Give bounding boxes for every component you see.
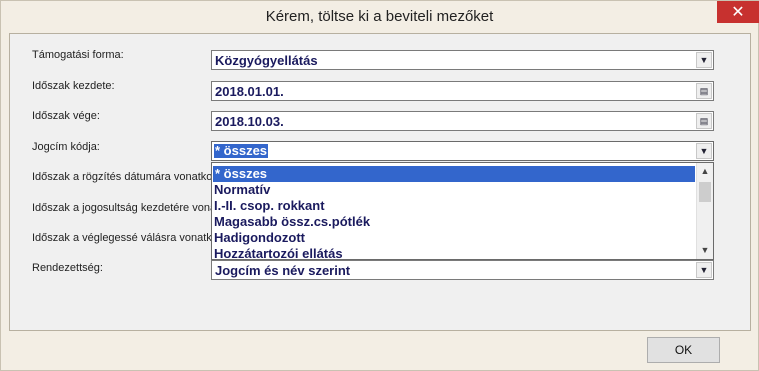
chevron-down-icon[interactable]: ▼ (696, 52, 712, 68)
rendezettseg-value: Jogcím és név szerint (215, 263, 351, 278)
list-item[interactable]: Hadigondozott (214, 230, 305, 246)
window-title: Kérem, töltse ki a beviteli mezőket (265, 8, 494, 25)
tamogatasi-forma-select[interactable]: Közgyógyellátás ▼ (211, 50, 714, 70)
label-rendezettseg: Rendezettség: (32, 262, 103, 274)
close-icon: ✕ (731, 2, 745, 21)
idoszak-kezdete-field[interactable]: 2018.01.01. ▤ (211, 81, 714, 101)
close-button[interactable]: ✕ (717, 1, 759, 23)
chevron-down-icon[interactable]: ▼ (696, 143, 712, 159)
title-bar: Kérem, töltse ki a beviteli mezőket ✕ (1, 1, 759, 33)
scroll-thumb[interactable] (699, 182, 711, 202)
jogcim-dropdown-list: * összes Normatív I.-II. csop. rokkant M… (211, 162, 714, 260)
idoszak-kezdete-value: 2018.01.01. (215, 84, 284, 99)
list-item[interactable]: I.-II. csop. rokkant (214, 198, 325, 214)
label-rogzites-datuma: Időszak a rögzítés dátumára vonatkoz (32, 171, 218, 183)
label-idoszak-vege: Időszak vége: (32, 110, 100, 122)
calendar-icon[interactable]: ▤ (696, 113, 712, 129)
dialog-window: Kérem, töltse ki a beviteli mezőket ✕ Tá… (0, 0, 759, 371)
chevron-down-icon[interactable]: ▼ (696, 262, 712, 278)
ok-button[interactable]: OK (647, 337, 720, 363)
label-jogosultsag-kezdete: Időszak a jogosultság kezdetére vona (32, 202, 217, 214)
rendezettseg-select[interactable]: Jogcím és név szerint ▼ (211, 260, 714, 280)
label-veglegesse-valas: Időszak a véglegessé válásra vonatko (32, 232, 218, 244)
idoszak-vege-value: 2018.10.03. (215, 114, 284, 129)
label-tamogatasi-forma: Támogatási forma: (32, 49, 124, 61)
dropdown-scrollbar[interactable]: ▲ ▼ (696, 163, 713, 259)
list-item[interactable]: Normatív (214, 182, 270, 198)
list-item[interactable]: Magasabb össz.cs.pótlék (214, 214, 370, 230)
list-item[interactable]: * összes (213, 166, 695, 182)
jogcim-kodja-value: * összes (214, 143, 269, 158)
idoszak-vege-field[interactable]: 2018.10.03. ▤ (211, 111, 714, 131)
calendar-icon[interactable]: ▤ (696, 83, 712, 99)
jogcim-kodja-select[interactable]: * összes ▼ (211, 141, 714, 161)
label-idoszak-kezdete: Időszak kezdete: (32, 80, 115, 92)
label-jogcim-kodja: Jogcím kódja: (32, 141, 100, 153)
scroll-up-icon[interactable]: ▲ (697, 163, 713, 180)
list-item[interactable]: Hozzátartozói ellátás (214, 246, 343, 259)
tamogatasi-forma-value: Közgyógyellátás (215, 53, 318, 68)
scroll-down-icon[interactable]: ▼ (697, 242, 713, 259)
